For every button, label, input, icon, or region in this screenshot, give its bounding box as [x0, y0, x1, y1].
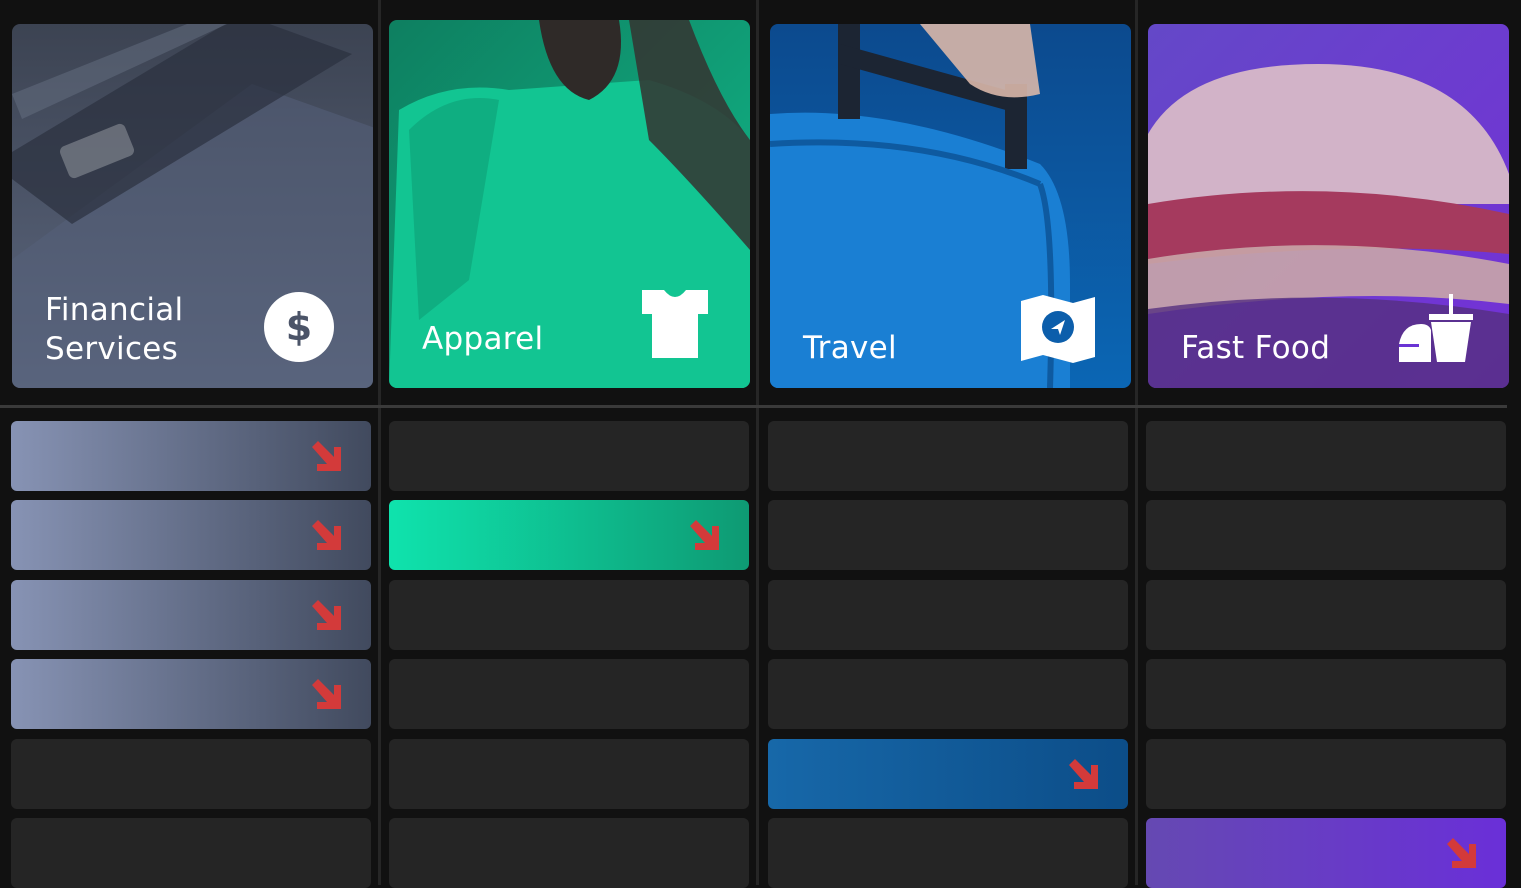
- row-cell-financial-5[interactable]: [11, 739, 371, 809]
- row-cell-travel-5[interactable]: [768, 739, 1128, 809]
- row-cell-financial-2[interactable]: [11, 500, 371, 570]
- burger-drink-icon: [1399, 294, 1473, 362]
- column-divider: [756, 0, 759, 885]
- category-card-financial[interactable]: Financial Services $: [12, 24, 373, 388]
- category-label: Travel: [803, 330, 897, 366]
- category-label: Apparel: [422, 321, 544, 357]
- map-location-icon: [1021, 295, 1095, 363]
- row-cell-financial-6[interactable]: [11, 818, 371, 888]
- category-card-travel[interactable]: Travel: [770, 24, 1131, 388]
- row-cell-apparel-5[interactable]: [389, 739, 749, 809]
- row-cell-fast-food-5[interactable]: [1146, 739, 1506, 809]
- row-cell-apparel-2[interactable]: [389, 500, 749, 570]
- arrow-down-right-icon: [1069, 759, 1098, 789]
- header-divider: [0, 405, 1507, 408]
- arrow-down-right-icon: [312, 679, 341, 709]
- category-label: Fast Food: [1181, 330, 1331, 366]
- row-cell-travel-6[interactable]: [768, 818, 1128, 888]
- row-cell-apparel-1[interactable]: [389, 421, 749, 491]
- column-divider: [1135, 0, 1138, 885]
- row-cell-travel-1[interactable]: [768, 421, 1128, 491]
- row-cell-apparel-4[interactable]: [389, 659, 749, 729]
- category-card-apparel[interactable]: Apparel: [389, 20, 750, 388]
- arrow-down-right-icon: [312, 441, 341, 471]
- category-label: Financial Services: [45, 292, 184, 367]
- category-card-fast-food[interactable]: Fast Food: [1148, 24, 1509, 388]
- row-cell-apparel-6[interactable]: [389, 818, 749, 888]
- arrow-down-right-icon: [1447, 838, 1476, 868]
- row-cell-fast-food-3[interactable]: [1146, 580, 1506, 650]
- row-cell-fast-food-4[interactable]: [1146, 659, 1506, 729]
- row-cell-travel-4[interactable]: [768, 659, 1128, 729]
- row-cell-fast-food-2[interactable]: [1146, 500, 1506, 570]
- column-divider: [378, 0, 381, 885]
- arrow-down-right-icon: [690, 520, 719, 550]
- t-shirt-icon: [642, 290, 708, 358]
- row-cell-fast-food-6[interactable]: [1146, 818, 1506, 888]
- dollar-circle-icon: $: [264, 292, 334, 362]
- svg-text:$: $: [286, 305, 312, 349]
- row-cell-travel-2[interactable]: [768, 500, 1128, 570]
- arrow-down-right-icon: [312, 600, 341, 630]
- row-cell-apparel-3[interactable]: [389, 580, 749, 650]
- row-cell-financial-1[interactable]: [11, 421, 371, 491]
- arrow-down-right-icon: [312, 520, 341, 550]
- row-cell-fast-food-1[interactable]: [1146, 421, 1506, 491]
- row-cell-travel-3[interactable]: [768, 580, 1128, 650]
- row-cell-financial-3[interactable]: [11, 580, 371, 650]
- row-cell-financial-4[interactable]: [11, 659, 371, 729]
